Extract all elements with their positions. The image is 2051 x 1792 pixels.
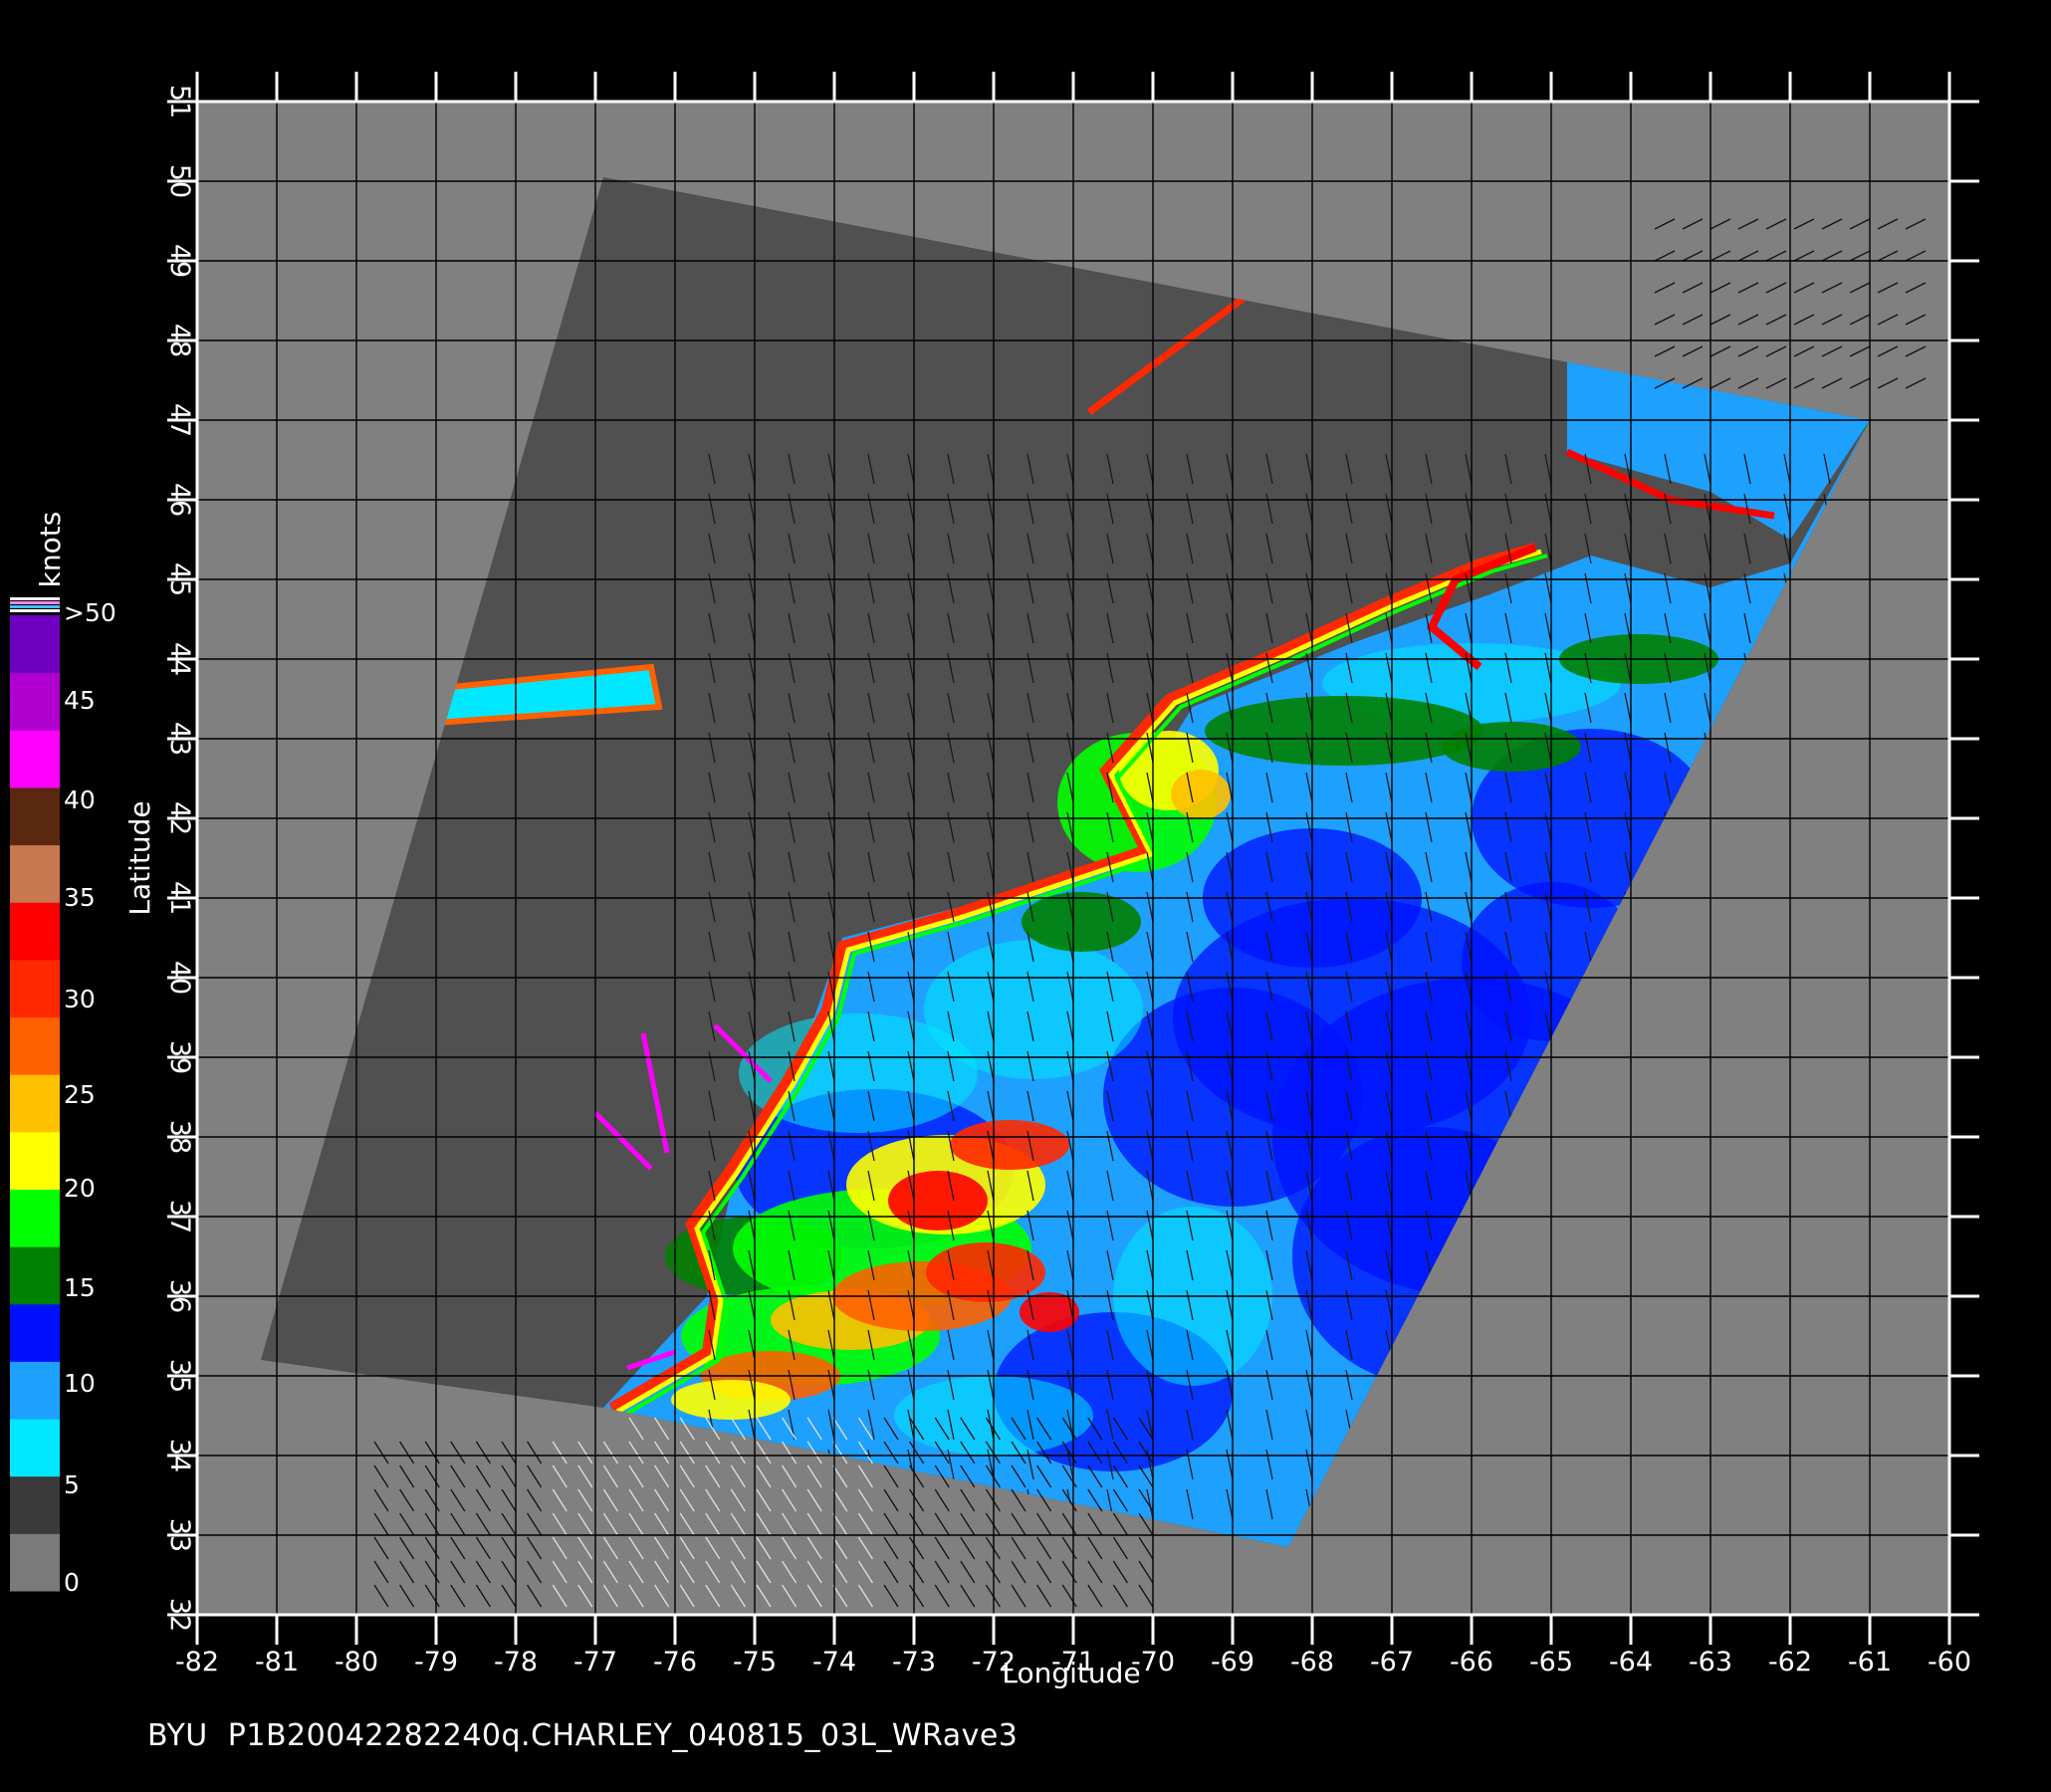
lat-tick-label: 46 [164, 483, 195, 517]
y-axis-label: Latitude [123, 800, 156, 915]
figure-title: BYU P1B20042282240q.CHARLEY_040815_03L_W… [147, 1718, 1019, 1753]
legend-band [10, 1131, 60, 1190]
lon-tick-label: -79 [414, 1647, 458, 1678]
legend-band [10, 1361, 60, 1420]
lon-tick-label: -75 [733, 1647, 777, 1678]
lon-tick-label: -62 [1768, 1647, 1812, 1678]
lon-tick-label: -69 [1211, 1647, 1254, 1678]
lon-tick-label: -68 [1290, 1647, 1334, 1678]
wind-map: -82 -81 -80 -79 -78 -77 -76 -75 -74 -73 -72 -71 -70-… [10, 72, 1979, 1689]
legend-band [10, 786, 60, 846]
legend-unit-label: knots [34, 512, 67, 588]
legend-label: 45 [64, 686, 96, 715]
lat-tick-label: 47 [164, 403, 195, 437]
legend-label: 10 [64, 1369, 96, 1398]
color-scale-legend: 0 5 10 15 20 25 30 35 40 45 >50 knots [10, 512, 116, 1597]
legend-band [10, 1189, 60, 1247]
lat-tick-label: 33 [164, 1518, 195, 1552]
legend-band [10, 672, 60, 731]
wind-map-figure: -82 -81 -80 -79 -78 -77 -76 -75 -74 -73 -72 -71 -70-… [0, 0, 2051, 1792]
wind-patch [950, 1120, 1069, 1170]
legend-band [10, 597, 60, 600]
lat-tick-label: 43 [164, 722, 195, 756]
legend-band [10, 601, 60, 604]
lon-tick-label: -63 [1689, 1647, 1732, 1678]
lon-tick-label: -64 [1609, 1647, 1653, 1678]
lat-tick-label: 45 [164, 562, 195, 596]
lon-tick-label: -81 [255, 1647, 299, 1678]
legend-labels: 0 5 10 15 20 25 30 35 40 45 >50 [64, 598, 116, 1597]
lat-tick-label: 51 [164, 85, 195, 118]
legend-band [10, 1419, 60, 1477]
legend-band [10, 609, 60, 612]
legend-label: 0 [64, 1568, 80, 1597]
lon-tick-label: -66 [1450, 1647, 1493, 1678]
legend-band [10, 902, 60, 961]
lat-tick-label: 41 [164, 881, 195, 915]
legend-label: 30 [64, 985, 96, 1013]
wind-patch [1442, 722, 1581, 772]
legend-band [10, 1533, 60, 1592]
lat-tick-label: 36 [164, 1279, 195, 1313]
legend-band [10, 1303, 60, 1362]
legend-label: 40 [64, 785, 96, 814]
lat-tick-label: 42 [164, 801, 195, 835]
lon-tick-label: -78 [494, 1647, 538, 1678]
legend-label: 15 [64, 1273, 96, 1302]
lat-tick-label: 48 [164, 324, 195, 357]
lon-tick-label: -73 [892, 1647, 936, 1678]
lon-tick-label: -77 [573, 1647, 617, 1678]
lat-tick-label: 38 [164, 1120, 195, 1154]
lon-tick-label: -60 [1928, 1647, 1971, 1678]
lat-tick-label: 32 [164, 1598, 195, 1632]
lon-tick-label: -67 [1370, 1647, 1414, 1678]
lat-tick-label: 40 [164, 961, 195, 995]
lat-tick-label: 35 [164, 1359, 195, 1393]
legend-band [10, 1016, 60, 1075]
lon-tick-label: -74 [812, 1647, 856, 1678]
legend-label: 25 [64, 1080, 96, 1109]
legend-band [10, 959, 60, 1018]
lon-tick-label: -76 [653, 1647, 697, 1678]
legend-color-bands [10, 597, 60, 1592]
legend-band [10, 605, 60, 608]
wind-patch [1022, 892, 1141, 952]
wind-patch [1171, 770, 1231, 819]
lat-tick-label: 49 [164, 244, 195, 278]
legend-band [10, 1246, 60, 1305]
lat-tick-label: 39 [164, 1040, 195, 1074]
lat-tick-label: 34 [164, 1439, 195, 1472]
legend-band [10, 844, 60, 903]
legend-band [10, 1074, 60, 1133]
lon-tick-label: -61 [1848, 1647, 1892, 1678]
wind-patch [671, 1380, 791, 1420]
legend-label: 20 [64, 1174, 96, 1203]
wind-patch [1205, 696, 1483, 766]
legend-label: 35 [64, 883, 96, 912]
wind-patch [888, 1171, 988, 1231]
legend-band [10, 730, 60, 788]
latitude-tick-labels: 32 33 34 35 36 37 38 39 40 41 42 43 44 45 46 47 48 49 50 51 [164, 85, 195, 1632]
lon-tick-label: -65 [1529, 1647, 1573, 1678]
lat-tick-label: 50 [164, 164, 195, 198]
legend-label: >50 [64, 598, 116, 627]
lat-tick-label: 44 [164, 642, 195, 676]
legend-band [10, 1475, 60, 1534]
legend-band [10, 615, 60, 674]
lon-tick-label: -82 [175, 1647, 219, 1678]
legend-label: 5 [64, 1470, 80, 1499]
x-axis-label: Longitude [1002, 1657, 1140, 1689]
lat-tick-label: 37 [164, 1200, 195, 1233]
lon-tick-label: -80 [335, 1647, 378, 1678]
